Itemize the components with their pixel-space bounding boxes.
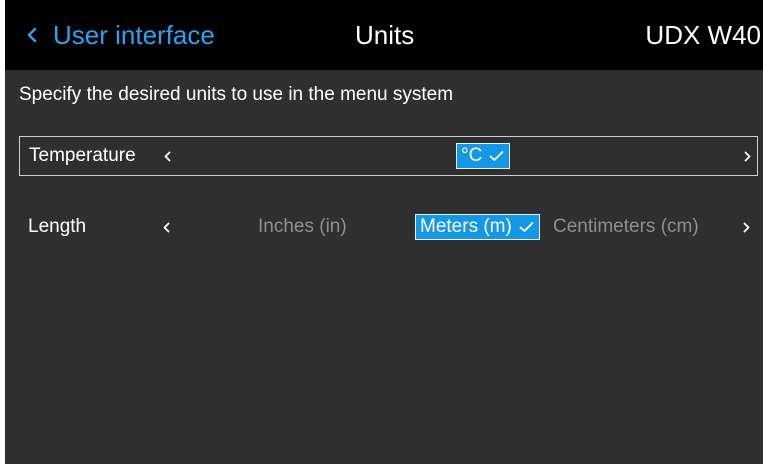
- chevron-right-icon: [744, 151, 751, 162]
- length-option-inches[interactable]: Inches (in): [258, 214, 347, 240]
- length-next-button[interactable]: [743, 208, 750, 246]
- temperature-option-celsius[interactable]: °C: [456, 143, 511, 169]
- chevron-left-icon: [163, 222, 170, 233]
- temperature-next-button[interactable]: [744, 137, 751, 175]
- page-description: Specify the desired units to use in the …: [19, 84, 454, 105]
- temperature-label: Temperature: [29, 145, 136, 166]
- checkmark-icon: [512, 221, 534, 233]
- length-prev-button[interactable]: [163, 208, 170, 246]
- header-bar: User interface Units UDX W40: [5, 0, 763, 70]
- chevron-right-icon: [743, 222, 750, 233]
- back-button[interactable]: User interface: [27, 14, 215, 56]
- temperature-prev-button[interactable]: [164, 137, 171, 175]
- checkmark-icon: [482, 150, 504, 162]
- back-label: User interface: [53, 19, 215, 50]
- device-name: UDX W40: [645, 20, 761, 50]
- option-label: °C: [461, 145, 483, 166]
- chevron-left-icon: [27, 27, 37, 43]
- temperature-row[interactable]: Temperature °C: [19, 136, 758, 176]
- length-option-meters[interactable]: Meters (m): [415, 214, 540, 240]
- length-option-centimeters[interactable]: Centimeters (cm): [553, 214, 699, 240]
- page-title: Units: [355, 20, 415, 50]
- length-row[interactable]: Length Inches (in) Meters (m) Centimeter…: [19, 208, 758, 248]
- option-label: Meters (m): [420, 216, 512, 237]
- length-label: Length: [28, 216, 87, 237]
- chevron-left-icon: [164, 151, 171, 162]
- units-screen: User interface Units UDX W40 Specify the…: [5, 0, 763, 464]
